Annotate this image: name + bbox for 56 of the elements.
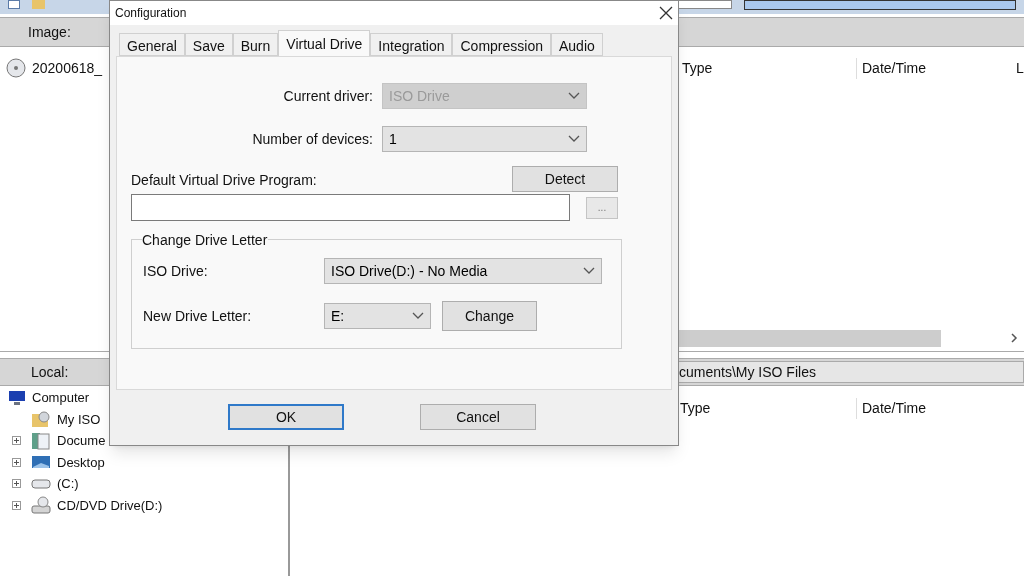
expand-toggle[interactable] [12,436,21,446]
chevron-down-icon [412,312,424,320]
dialog-button[interactable]: Cancel [420,404,536,430]
chevron-right-icon[interactable] [1010,333,1018,343]
column-header[interactable]: Type [682,57,856,79]
drive-icon [31,477,51,490]
chevron-down-icon [568,92,580,100]
dropdown[interactable]: E: [324,303,431,329]
tree-item[interactable]: Docume [57,431,106,451]
desktop-icon [31,454,51,471]
tab[interactable]: General [119,33,185,56]
field-label: Current driver: [282,86,373,106]
disc-drive-icon [31,496,51,515]
local-label: Local: [30,362,70,382]
expand-toggle[interactable] [12,457,21,467]
tree-item[interactable]: Desktop [57,452,105,472]
tree-item[interactable]: (C:) [57,474,79,494]
field-label: New Drive Letter: [143,306,253,326]
tab[interactable]: Save [184,33,233,56]
dialog-button[interactable]: OK [228,404,344,430]
browse-button[interactable]: ... [586,196,618,219]
tab[interactable]: Compression [452,33,551,56]
image-label: Image: [27,22,71,42]
file-name[interactable]: 20200618_ [32,57,103,79]
column-header[interactable]: Date/Time [856,57,1011,79]
tab[interactable]: Integration [370,33,453,56]
folder-disc-icon [31,410,51,429]
dropdown[interactable]: ISO Drive(D:) - No Media [324,258,602,284]
field-label: Number of devices: [251,129,373,149]
column-header[interactable]: L [1011,57,1024,79]
chevron-down-icon [568,135,580,143]
tab[interactable]: Burn [232,33,279,56]
new-icon[interactable] [8,0,20,9]
expand-toggle[interactable] [12,500,21,510]
detect-button[interactable]: Detect [512,166,618,192]
tree-item[interactable]: Computer [32,388,90,408]
tab[interactable]: Virtual Drive [278,30,371,56]
tree-item[interactable]: CD/DVD Drive(D:) [57,495,163,515]
scrollbar-thumb[interactable] [676,329,941,347]
disc-icon [6,58,26,78]
tab[interactable]: Audio [550,33,603,56]
dropdown[interactable]: 1 [382,126,587,152]
document-icon [31,431,51,450]
expand-toggle[interactable] [12,479,21,489]
change-button[interactable]: Change [442,301,537,331]
path-field[interactable]: cuments\My ISO Files [678,361,1024,383]
close-icon[interactable] [659,6,673,20]
field-label: Default Virtual Drive Program: [131,171,317,190]
chevron-down-icon [583,267,595,275]
tree-item[interactable]: My ISO [57,409,101,429]
column-header[interactable]: Date/Time [856,398,1011,419]
field-label: ISO Drive: [143,261,209,281]
window-title: Configuration [115,5,187,22]
program-field[interactable] [131,194,570,221]
computer-icon [8,389,26,406]
column-header[interactable]: Type [680,398,856,419]
